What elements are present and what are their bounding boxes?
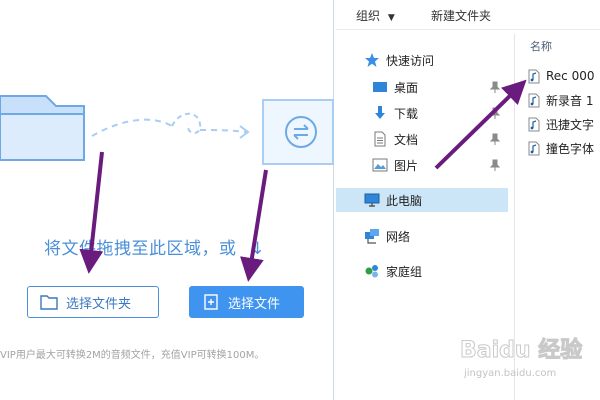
pin-icon (490, 107, 500, 119)
convert-target-box (262, 99, 334, 165)
nav-label-documents: 文档 (394, 132, 419, 147)
pin-icon (490, 81, 500, 93)
file-row[interactable]: 迅捷文字 (528, 114, 600, 134)
picture-icon (372, 158, 388, 172)
watermark-url: jingyan.baidu.com (464, 368, 557, 379)
nav-label-this-pc: 此电脑 (386, 193, 423, 208)
file-row[interactable]: 新录音 1 (528, 90, 600, 110)
nav-label-quick-access: 快速访问 (386, 53, 435, 68)
file-name: Rec 000 (546, 69, 595, 83)
down-arrow-icon: ↓ (250, 239, 266, 259)
file-name: 新录音 1 (546, 93, 594, 108)
audio-file-icon (528, 117, 540, 131)
folder-outline-icon (40, 295, 58, 310)
select-folder-button[interactable]: 选择文件夹 (27, 286, 159, 318)
nav-item-this-pc[interactable]: 此电脑 (336, 188, 508, 212)
explorer-toolbar: 组织 ▼ 新建文件夹 (336, 0, 600, 30)
audio-file-icon (528, 69, 540, 83)
baidu-watermark: Baidu 经验 jingyan.baidu.com (446, 332, 592, 388)
select-file-button[interactable]: 选择文件 (189, 286, 304, 318)
converter-panel: 将文件拖拽至此区域，或 ↓ 选择文件夹 选择文件 VIP用户最大可转换2M的音频… (0, 0, 334, 400)
transfer-dashes (91, 112, 250, 139)
add-file-icon (204, 294, 218, 310)
nav-item-documents[interactable]: 文档 (336, 127, 508, 151)
chevron-down-icon: ▼ (387, 13, 395, 23)
computer-icon (364, 193, 380, 207)
vip-notice: VIP用户最大可转换2M的音频文件，充值VIP可转换100M。 (0, 350, 265, 361)
nav-item-desktop[interactable]: 桌面 (336, 75, 508, 99)
nav-item-quick-access[interactable]: 快速访问 (336, 48, 508, 72)
convert-icon (285, 116, 317, 148)
nav-item-network[interactable]: 网络 (336, 224, 508, 248)
network-icon (365, 229, 379, 244)
folder-icon (0, 95, 85, 161)
nav-item-homegroup[interactable]: 家庭组 (336, 259, 508, 283)
organize-label: 组织 (356, 9, 381, 23)
pin-icon (490, 159, 500, 171)
nav-label-network: 网络 (386, 229, 411, 244)
download-icon (375, 106, 385, 119)
file-name: 撞色字体 (546, 141, 595, 156)
select-file-label: 选择文件 (228, 296, 281, 312)
select-folder-label: 选择文件夹 (66, 296, 132, 312)
nav-item-pictures[interactable]: 图片 (336, 153, 508, 177)
new-folder-button[interactable]: 新建文件夹 (431, 7, 491, 24)
file-name: 迅捷文字 (546, 117, 595, 132)
nav-item-downloads[interactable]: 下载 (336, 101, 508, 125)
desktop-icon (373, 82, 387, 92)
star-icon (365, 53, 379, 67)
document-icon (374, 131, 386, 147)
organize-menu[interactable]: 组织 ▼ (356, 7, 395, 24)
audio-file-icon (528, 93, 540, 107)
nav-label-homegroup: 家庭组 (386, 264, 423, 279)
pin-icon (490, 133, 500, 145)
nav-label-pictures: 图片 (394, 158, 419, 173)
file-row[interactable]: 撞色字体 (528, 138, 600, 158)
column-header-name[interactable]: 名称 (530, 38, 552, 54)
audio-file-icon (528, 141, 540, 155)
homegroup-icon (365, 265, 378, 278)
drop-hint: 将文件拖拽至此区域，或 ↓ (44, 234, 265, 259)
file-row[interactable]: Rec 000 (528, 66, 600, 86)
watermark-brand: Baidu 经验 (459, 338, 583, 364)
nav-label-desktop: 桌面 (394, 80, 419, 95)
nav-label-downloads: 下载 (394, 106, 419, 121)
drop-hint-text: 将文件拖拽至此区域，或 (44, 239, 237, 259)
